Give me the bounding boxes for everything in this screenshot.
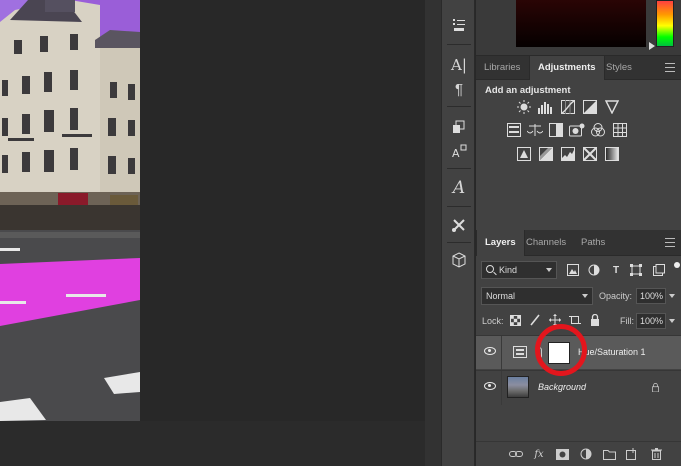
character-panel-icon[interactable]: A| bbox=[446, 54, 472, 76]
gradient-map-icon[interactable] bbox=[604, 146, 620, 162]
link-layers-icon[interactable] bbox=[509, 447, 523, 461]
layer-row-background[interactable]: Background bbox=[476, 370, 681, 405]
highlight-circle-annotation bbox=[535, 324, 587, 376]
layers-footer-toolbar: fx bbox=[476, 441, 681, 466]
lower-tabbar: Layers Channels Paths bbox=[476, 230, 681, 256]
right-panels: Libraries Adjustments Styles Add an adju… bbox=[476, 0, 681, 466]
hue-saturation-layer-icon bbox=[513, 346, 527, 358]
canvas-bottom-strip bbox=[0, 421, 425, 466]
3d-panel-icon[interactable] bbox=[446, 249, 472, 271]
posterize-icon[interactable] bbox=[538, 146, 554, 162]
lock-label: Lock: bbox=[482, 316, 504, 326]
chevron-down-icon bbox=[546, 268, 552, 272]
filter-toggle[interactable] bbox=[674, 262, 680, 268]
layer-name[interactable]: Hue/Saturation 1 bbox=[578, 347, 646, 357]
tool-presets-icon[interactable] bbox=[446, 214, 472, 236]
pixel-filter-icon[interactable] bbox=[566, 263, 580, 277]
layer-name[interactable]: Background bbox=[538, 382, 586, 392]
visibility-column-divider bbox=[501, 336, 502, 370]
invert-icon[interactable] bbox=[516, 146, 532, 162]
strip-separator bbox=[447, 168, 471, 169]
opacity-input[interactable]: 100% bbox=[636, 288, 666, 304]
strip-separator bbox=[447, 44, 471, 45]
selective-color-icon[interactable] bbox=[582, 146, 598, 162]
layer-kind-filter[interactable]: Kind bbox=[481, 261, 557, 279]
kind-label: Kind bbox=[499, 265, 518, 275]
blend-mode-value: Normal bbox=[486, 291, 516, 301]
lock-transparent-pixels-icon[interactable] bbox=[508, 313, 522, 327]
layer-style-fx-icon[interactable]: fx bbox=[532, 447, 546, 461]
glyphs-icon[interactable]: A bbox=[446, 140, 472, 162]
visibility-column-divider bbox=[501, 371, 502, 405]
background-layer-thumbnail bbox=[507, 376, 529, 398]
fill-label: Fill: bbox=[620, 316, 634, 326]
new-layer-icon[interactable] bbox=[625, 447, 639, 461]
lock-all-icon[interactable] bbox=[588, 313, 602, 327]
document-image[interactable] bbox=[0, 0, 140, 421]
photo-filter-icon[interactable] bbox=[569, 122, 585, 138]
character-styles-icon[interactable]: A bbox=[446, 177, 472, 199]
opacity-label: Opacity: bbox=[599, 291, 633, 301]
layer-lock-icon[interactable] bbox=[651, 383, 660, 392]
hue-slider-marker[interactable] bbox=[649, 42, 655, 50]
search-icon bbox=[486, 265, 494, 273]
adjustment-filter-icon[interactable] bbox=[587, 263, 601, 277]
channel-mixer-icon[interactable] bbox=[590, 122, 606, 138]
panel-menu-icon[interactable] bbox=[665, 63, 675, 72]
tab-paths[interactable]: Paths bbox=[573, 230, 613, 256]
blend-mode-select[interactable]: Normal bbox=[481, 287, 593, 305]
strip-separator bbox=[447, 242, 471, 243]
add-mask-icon[interactable] bbox=[555, 447, 569, 461]
delete-layer-trash-icon[interactable] bbox=[649, 447, 663, 461]
color-panel bbox=[476, 0, 681, 56]
brightness-contrast-icon[interactable] bbox=[516, 99, 532, 115]
canvas-workspace[interactable] bbox=[0, 0, 425, 466]
adjustments-heading: Add an adjustment bbox=[485, 85, 571, 96]
visibility-eye-icon[interactable] bbox=[484, 382, 496, 390]
exposure-icon[interactable] bbox=[582, 99, 598, 115]
smart-object-filter-icon[interactable] bbox=[652, 263, 666, 277]
hue-saturation-adj-icon[interactable] bbox=[506, 122, 522, 138]
visibility-eye-icon[interactable] bbox=[484, 347, 496, 355]
shape-filter-icon[interactable] bbox=[629, 263, 643, 277]
street-photo bbox=[0, 0, 140, 421]
threshold-icon[interactable] bbox=[560, 146, 576, 162]
photoshop-window: A| ¶ A A Libraries Adjustments Styles Ad… bbox=[0, 0, 681, 466]
collapsed-panels-strip: A| ¶ A A bbox=[441, 0, 475, 466]
type-filter-icon[interactable]: T bbox=[609, 263, 623, 277]
levels-icon[interactable] bbox=[538, 99, 554, 115]
strip-separator bbox=[447, 106, 471, 107]
tab-adjustments[interactable]: Adjustments bbox=[529, 56, 605, 80]
new-adjustment-layer-icon[interactable] bbox=[579, 447, 593, 461]
tab-styles[interactable]: Styles bbox=[598, 56, 640, 80]
new-group-folder-icon[interactable] bbox=[602, 447, 616, 461]
clone-source-icon[interactable] bbox=[446, 116, 472, 138]
tab-channels[interactable]: Channels bbox=[518, 230, 574, 256]
lock-image-pixels-icon[interactable] bbox=[528, 313, 542, 327]
panel-gutter bbox=[425, 0, 441, 466]
panel-menu-icon[interactable] bbox=[665, 238, 675, 247]
properties-panel-icon[interactable] bbox=[446, 14, 472, 36]
fill-dropdown-icon[interactable] bbox=[669, 319, 675, 323]
paragraph-panel-icon[interactable]: ¶ bbox=[446, 78, 472, 100]
hue-slider[interactable] bbox=[656, 0, 674, 47]
chevron-down-icon bbox=[582, 294, 588, 298]
black-white-icon[interactable] bbox=[548, 122, 564, 138]
color-field[interactable] bbox=[516, 0, 646, 47]
vibrance-triangle-icon[interactable] bbox=[604, 99, 620, 115]
fill-input[interactable]: 100% bbox=[636, 313, 666, 329]
upper-tabbar: Libraries Adjustments Styles bbox=[476, 56, 681, 80]
color-lookup-icon[interactable] bbox=[612, 122, 628, 138]
curves-icon[interactable] bbox=[560, 99, 576, 115]
svg-text:A: A bbox=[452, 147, 460, 159]
strip-separator bbox=[447, 206, 471, 207]
color-balance-icon[interactable] bbox=[527, 122, 543, 138]
opacity-dropdown-icon[interactable] bbox=[669, 294, 675, 298]
tab-libraries[interactable]: Libraries bbox=[476, 56, 528, 80]
